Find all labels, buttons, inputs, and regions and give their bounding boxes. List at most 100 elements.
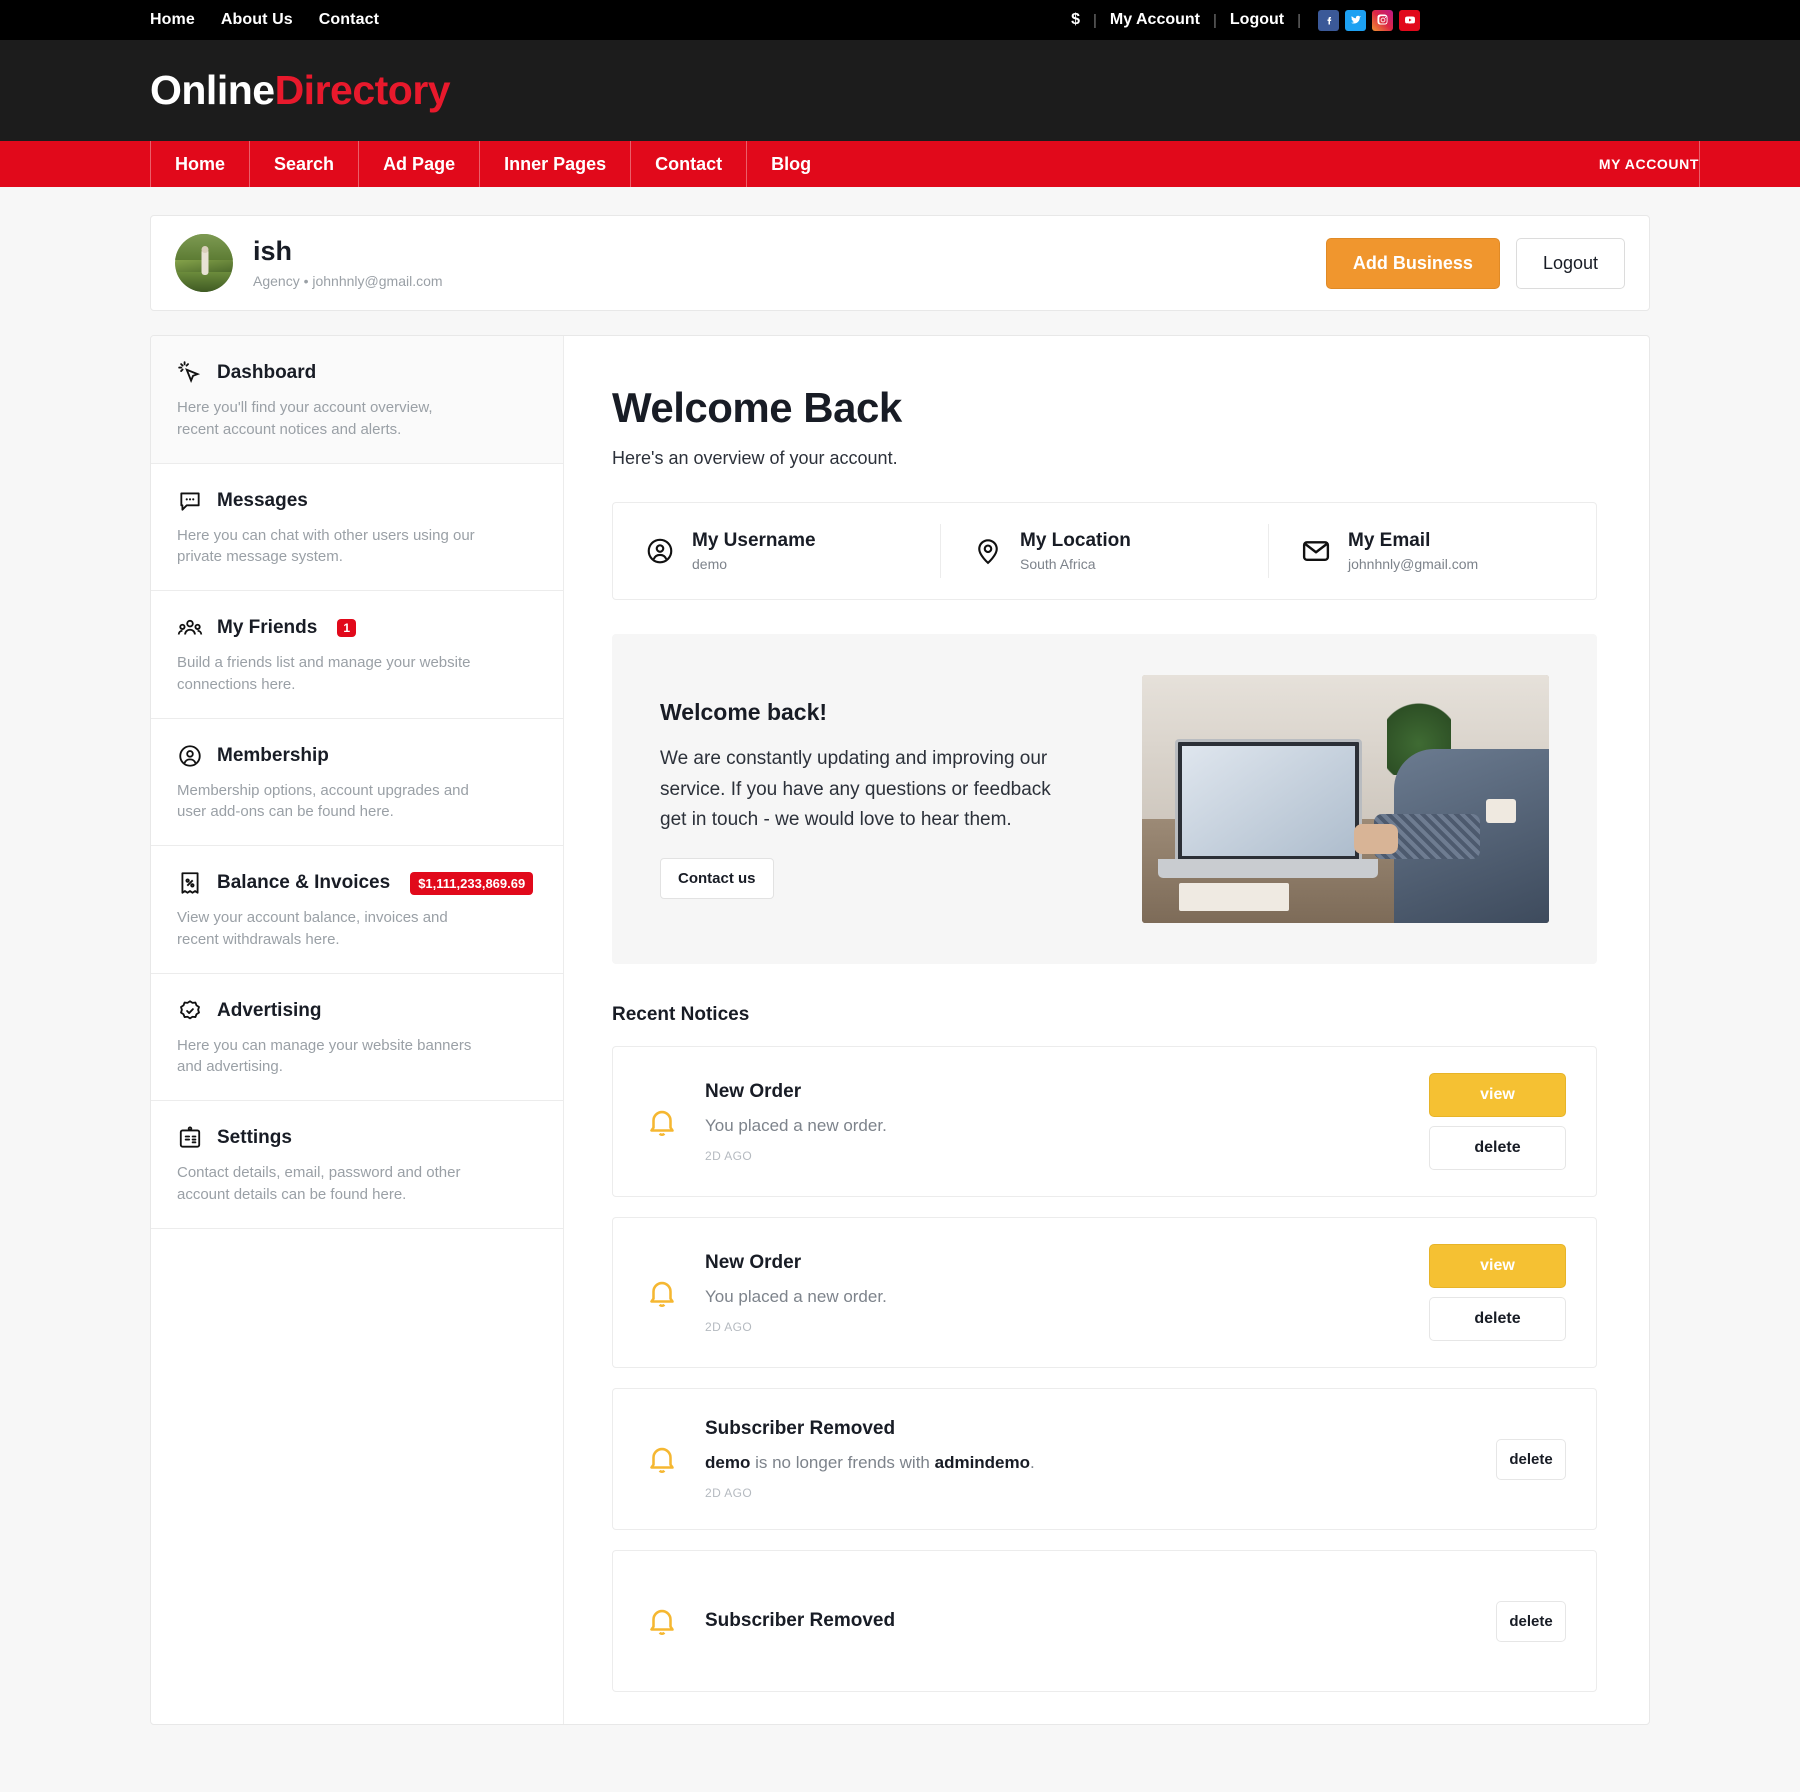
logout-link[interactable]: Logout xyxy=(1230,11,1284,29)
twitter-icon[interactable] xyxy=(1345,9,1366,31)
notice-desc-end: . xyxy=(1030,1453,1035,1472)
topbar-link-contact[interactable]: Contact xyxy=(319,11,379,29)
top-utility-account-area: $ | My Account | Logout | xyxy=(1071,0,1420,40)
site-logo[interactable]: OnlineDirectory xyxy=(150,67,451,114)
topbar-link-home[interactable]: Home xyxy=(150,11,195,29)
my-account-link[interactable]: My Account xyxy=(1110,11,1200,29)
notice-delete-button[interactable]: delete xyxy=(1429,1297,1566,1341)
profile-card: ish Agency • johnhnly@gmail.com Add Busi… xyxy=(150,215,1650,311)
notice-view-button[interactable]: view xyxy=(1429,1244,1566,1288)
bell-icon xyxy=(645,1602,679,1640)
logout-button[interactable]: Logout xyxy=(1515,237,1625,289)
notice-timestamp: 2D AGO xyxy=(705,1148,753,1163)
sidebar-item-label: Messages xyxy=(217,489,308,511)
receipt-percent-icon xyxy=(177,870,203,896)
sidebar-item-my-friends[interactable]: My Friends 1 Build a friends list and ma… xyxy=(151,591,563,719)
sidebar-item-label: Advertising xyxy=(217,999,322,1021)
stat-label: My Location xyxy=(1020,530,1131,551)
notice-body: New Order You placed a new order. 2D AGO xyxy=(705,1252,1429,1334)
facebook-icon[interactable] xyxy=(1318,9,1339,31)
logo-word-online: Online xyxy=(150,67,275,113)
stat-my-username: My Username demo xyxy=(613,524,940,578)
stat-value: demo xyxy=(692,556,728,572)
notice-card: Subscriber Removed delete xyxy=(612,1550,1597,1692)
sidebar-item-desc: View your account balance, invoices and … xyxy=(177,909,448,948)
nav-item-home[interactable]: Home xyxy=(150,141,249,187)
stat-text: My Username demo xyxy=(692,530,816,572)
notice-actions: delete xyxy=(1496,1600,1566,1642)
sidebar-item-label: Balance & Invoices xyxy=(217,872,391,893)
map-pin-icon xyxy=(973,536,1003,566)
sidebar-item-balance-invoices[interactable]: Balance & Invoices $1,111,233,869.69 Vie… xyxy=(151,846,563,974)
nav-item-blog[interactable]: Blog xyxy=(746,141,835,187)
instagram-icon[interactable] xyxy=(1372,9,1393,31)
promo-image-keyboard xyxy=(1158,858,1379,879)
nav-item-contact[interactable]: Contact xyxy=(630,141,746,187)
nav-item-inner-pages[interactable]: Inner Pages xyxy=(479,141,630,187)
sidebar-item-desc: Here you can manage your website banners… xyxy=(177,1036,472,1076)
profile-actions: Add Business Logout xyxy=(1325,237,1625,289)
notice-body: New Order You placed a new order. 2D AGO xyxy=(705,1081,1429,1163)
topbar-link-about-us[interactable]: About Us xyxy=(221,11,293,29)
id-card-icon xyxy=(177,1125,203,1151)
youtube-icon[interactable] xyxy=(1399,9,1420,31)
notice-card: Subscriber Removed demo is no longer fre… xyxy=(612,1388,1597,1530)
sidebar-item-desc: Build a friends list and manage your web… xyxy=(177,654,471,693)
avatar-ground xyxy=(175,272,233,292)
sidebar-item-header: Settings xyxy=(177,1125,537,1151)
promo-image-notebook xyxy=(1178,883,1289,911)
sidebar-item-header: My Friends 1 xyxy=(177,615,537,641)
stat-label: My Username xyxy=(692,530,816,551)
dashboard-shell: Dashboard Here you'll find your account … xyxy=(150,335,1650,1725)
notice-title: New Order xyxy=(705,1080,802,1102)
sidebar-item-header: Balance & Invoices $1,111,233,869.69 xyxy=(177,870,537,896)
notice-actions: view delete xyxy=(1429,1073,1566,1170)
profile-name: ish xyxy=(253,235,293,266)
notice-user-from: demo xyxy=(705,1453,751,1472)
envelope-icon xyxy=(1301,536,1331,566)
chat-bubble-icon xyxy=(177,488,203,514)
divider: | xyxy=(1093,11,1097,29)
promo-image-cup xyxy=(1486,799,1517,823)
sidebar-item-header: Membership xyxy=(177,743,537,769)
notice-delete-button[interactable]: delete xyxy=(1496,1600,1566,1642)
promo-image-screen xyxy=(1181,746,1355,857)
stat-my-email: My Email johnhnly@gmail.com xyxy=(1268,524,1596,578)
welcome-promo-banner: Welcome back! We are constantly updating… xyxy=(612,634,1597,964)
avatar-figure-head xyxy=(201,245,209,253)
sidebar-item-desc: Here you'll find your account overview, … xyxy=(177,399,433,438)
notice-title: Subscriber Removed xyxy=(705,1418,896,1439)
logo-word-directory: Directory xyxy=(274,67,451,113)
promo-image-laptop xyxy=(1174,739,1362,864)
nav-item-my-account[interactable]: MY ACCOUNT xyxy=(1599,141,1700,187)
cursor-click-icon xyxy=(177,360,203,386)
notice-card: New Order You placed a new order. 2D AGO… xyxy=(612,1217,1597,1368)
sidebar-item-messages[interactable]: Messages Here you can chat with other us… xyxy=(151,464,563,591)
add-business-button[interactable]: Add Business xyxy=(1325,237,1500,289)
sidebar-item-header: Messages xyxy=(177,488,537,514)
sidebar-item-advertising[interactable]: Advertising Here you can manage your web… xyxy=(151,974,563,1101)
page-subtitle: Here's an overview of your account. xyxy=(612,448,898,468)
sidebar-item-settings[interactable]: Settings Contact details, email, passwor… xyxy=(151,1101,563,1229)
nav-item-ad-page[interactable]: Ad Page xyxy=(358,141,479,187)
dashboard-sidebar: Dashboard Here you'll find your account … xyxy=(151,336,564,1724)
currency-selector[interactable]: $ xyxy=(1071,11,1080,29)
balance-amount-badge: $1,111,233,869.69 xyxy=(410,871,534,895)
notice-desc-middle: is no longer frends with xyxy=(750,1453,935,1472)
account-summary-bar: My Username demo My Location South Afric… xyxy=(612,502,1597,600)
nav-item-search[interactable]: Search xyxy=(249,141,358,187)
sidebar-item-membership[interactable]: Membership Membership options, account u… xyxy=(151,719,563,846)
recent-notices-heading: Recent Notices xyxy=(612,1004,750,1025)
stat-text: My Email johnhnly@gmail.com xyxy=(1348,530,1478,572)
contact-us-button[interactable]: Contact us xyxy=(660,858,774,900)
notice-view-button[interactable]: view xyxy=(1429,1073,1566,1117)
avatar-figure xyxy=(201,249,209,276)
friends-count-badge: 1 xyxy=(337,619,356,637)
dashboard-content: Welcome Back Here's an overview of your … xyxy=(564,336,1649,1724)
sidebar-item-dashboard[interactable]: Dashboard Here you'll find your account … xyxy=(151,336,563,464)
sidebar-item-label: My Friends xyxy=(217,617,318,638)
notice-delete-button[interactable]: delete xyxy=(1496,1438,1566,1480)
notice-delete-button[interactable]: delete xyxy=(1429,1126,1566,1170)
bell-icon xyxy=(645,1274,679,1312)
stat-label: My Email xyxy=(1348,530,1431,551)
